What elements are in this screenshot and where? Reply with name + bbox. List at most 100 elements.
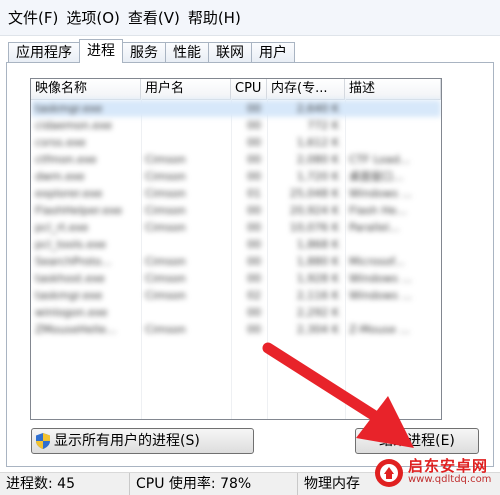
process-cell: Cimson xyxy=(145,187,186,200)
process-cell: Cimson xyxy=(145,255,186,268)
process-cell xyxy=(345,117,441,134)
process-cell: 2,292 K xyxy=(296,306,339,319)
status-process-count: 进程数: 45 xyxy=(0,473,130,495)
process-row[interactable]: FlashHelper.exe Cimson 00 20,924 K Flash He.… xyxy=(31,202,441,219)
process-row[interactable]: pcl_tools.exe 00 1,868 K xyxy=(31,236,441,253)
process-cell xyxy=(345,236,441,253)
process-cell: 10,076 K xyxy=(289,221,339,234)
tab-processes[interactable]: 进程 xyxy=(79,39,123,63)
process-cell: taskmgr.exe xyxy=(35,289,103,302)
process-rows: taskmgr.exe 00 2,640 Kcidaemon.exe 00 772 Kc… xyxy=(31,100,441,338)
process-cell: 20,924 K xyxy=(289,204,339,217)
process-row[interactable]: explorer.exe Cimson 01 25,048 K Windows ... xyxy=(31,185,441,202)
process-cell: 00 xyxy=(247,170,261,183)
show-all-users-button[interactable]: 显示所有用户的进程(S) xyxy=(31,428,254,454)
process-cell xyxy=(345,134,441,151)
process-row[interactable]: ZMouseHelle... Cimson 00 2,304 K Z-Mouse ... xyxy=(31,321,441,338)
process-cell xyxy=(345,304,441,321)
process-cell xyxy=(141,134,231,151)
menu-file[interactable]: 文件(F) xyxy=(8,0,58,36)
process-cell: explorer.exe xyxy=(35,187,103,200)
process-cell: 2,116 K xyxy=(296,289,339,302)
end-process-label: 结束进程(E) xyxy=(379,433,455,449)
uac-shield-icon xyxy=(36,433,50,449)
column-cpu[interactable]: CPU xyxy=(231,79,267,99)
menu-view[interactable]: 查看(V) xyxy=(128,0,180,36)
process-cell: Parallel... xyxy=(349,221,400,234)
process-cell: 00 xyxy=(247,323,261,336)
process-cell xyxy=(345,100,441,117)
tab-performance[interactable]: 性能 xyxy=(165,42,209,62)
watermark: 启东安卓网 www.qdltdq.com xyxy=(370,452,500,494)
tab-strip: 应用程序 进程 服务 性能 联网 用户 xyxy=(8,39,295,63)
process-cell: 1,868 K xyxy=(296,238,339,251)
process-cell xyxy=(141,100,231,117)
column-memory[interactable]: 内存(专... xyxy=(267,79,345,99)
process-cell xyxy=(141,117,231,134)
process-row[interactable]: pcl_rt.exe Cimson 00 10,076 K Parallel... xyxy=(31,219,441,236)
watermark-logo-icon xyxy=(375,459,403,487)
process-cell: ZMouseHelle... xyxy=(35,323,117,336)
tab-applications[interactable]: 应用程序 xyxy=(8,42,80,62)
process-cell: dwm.exe xyxy=(35,170,85,183)
status-cpu-usage: CPU 使用率: 78% xyxy=(130,473,298,495)
process-cell: 00 xyxy=(247,102,261,115)
tab-users[interactable]: 用户 xyxy=(251,42,295,62)
tab-networking[interactable]: 联网 xyxy=(208,42,252,62)
process-cell: 00 xyxy=(247,238,261,251)
process-cell: 00 xyxy=(247,306,261,319)
process-cell: 1,880 K xyxy=(296,255,339,268)
process-cell: 2,640 K xyxy=(296,102,339,115)
process-cell: 772 K xyxy=(307,119,339,132)
process-cell: 00 xyxy=(247,272,261,285)
process-cell: 25,048 K xyxy=(289,187,339,200)
process-cell: cidaemon.exe xyxy=(35,119,113,132)
process-cell: Windows ... xyxy=(349,272,413,285)
process-cell: Flash He... xyxy=(349,204,407,217)
process-cell: Z-Mouse ... xyxy=(349,323,410,336)
menu-help[interactable]: 帮助(H) xyxy=(188,0,241,36)
end-process-button[interactable]: 结束进程(E) xyxy=(355,428,479,454)
process-row[interactable]: taskmgr.exe 00 2,640 K xyxy=(31,100,441,117)
process-cell: ctfmon.exe xyxy=(35,153,97,166)
process-cell: 1,928 K xyxy=(296,272,339,285)
process-cell: Cimson xyxy=(145,153,186,166)
process-cell: Cimson xyxy=(145,323,186,336)
process-cell: 00 xyxy=(247,119,261,132)
process-cell: csrss.exe xyxy=(35,136,86,149)
process-row[interactable]: taskhost.exe Cimson 00 1,928 K Windows ... xyxy=(31,270,441,287)
process-cell: CTF Load... xyxy=(349,153,411,166)
process-cell: 00 xyxy=(247,204,261,217)
process-row[interactable]: SearchProto... Cimson 00 1,880 K Microsof... xyxy=(31,253,441,270)
process-cell: 1,720 K xyxy=(296,170,339,183)
process-cell: 02 xyxy=(247,289,261,302)
process-cell xyxy=(141,304,231,321)
show-all-users-label: 显示所有用户的进程(S) xyxy=(54,433,200,449)
process-cell: SearchProto... xyxy=(35,255,112,268)
process-list[interactable]: 映像名称 用户名 CPU 内存(专... 描述 taskmgr.exe 00 2,6… xyxy=(30,78,442,420)
process-cell: 00 xyxy=(247,153,261,166)
process-cell: taskhost.exe xyxy=(35,272,105,285)
process-row[interactable]: ctfmon.exe Cimson 00 2,080 K CTF Load... xyxy=(31,151,441,168)
process-cell: Cimson xyxy=(145,221,186,234)
process-row[interactable]: cidaemon.exe 00 772 K xyxy=(31,117,441,134)
process-cell: 00 xyxy=(247,221,261,234)
process-cell: Windows ... xyxy=(349,289,413,302)
process-cell: pcl_rt.exe xyxy=(35,221,89,234)
column-user-name[interactable]: 用户名 xyxy=(141,79,231,99)
process-row[interactable]: winlogon.exe 00 2,292 K xyxy=(31,304,441,321)
process-row[interactable]: csrss.exe 00 1,612 K xyxy=(31,134,441,151)
column-image-name[interactable]: 映像名称 xyxy=(31,79,141,99)
process-cell: Microsof... xyxy=(349,255,405,268)
process-cell: Cimson xyxy=(145,170,186,183)
process-row[interactable]: dwm.exe Cimson 00 1,720 K 桌面窗口... xyxy=(31,168,441,185)
process-cell: 桌面窗口... xyxy=(349,170,404,183)
menu-options[interactable]: 选项(O) xyxy=(66,0,120,36)
process-list-header: 映像名称 用户名 CPU 内存(专... 描述 xyxy=(31,79,441,100)
process-cell: Cimson xyxy=(145,289,186,302)
process-cell xyxy=(141,236,231,253)
process-row[interactable]: taskmgr.exe Cimson 02 2,116 K Windows ... xyxy=(31,287,441,304)
column-description[interactable]: 描述 xyxy=(345,79,441,99)
tab-services[interactable]: 服务 xyxy=(122,42,166,62)
process-cell: Cimson xyxy=(145,272,186,285)
